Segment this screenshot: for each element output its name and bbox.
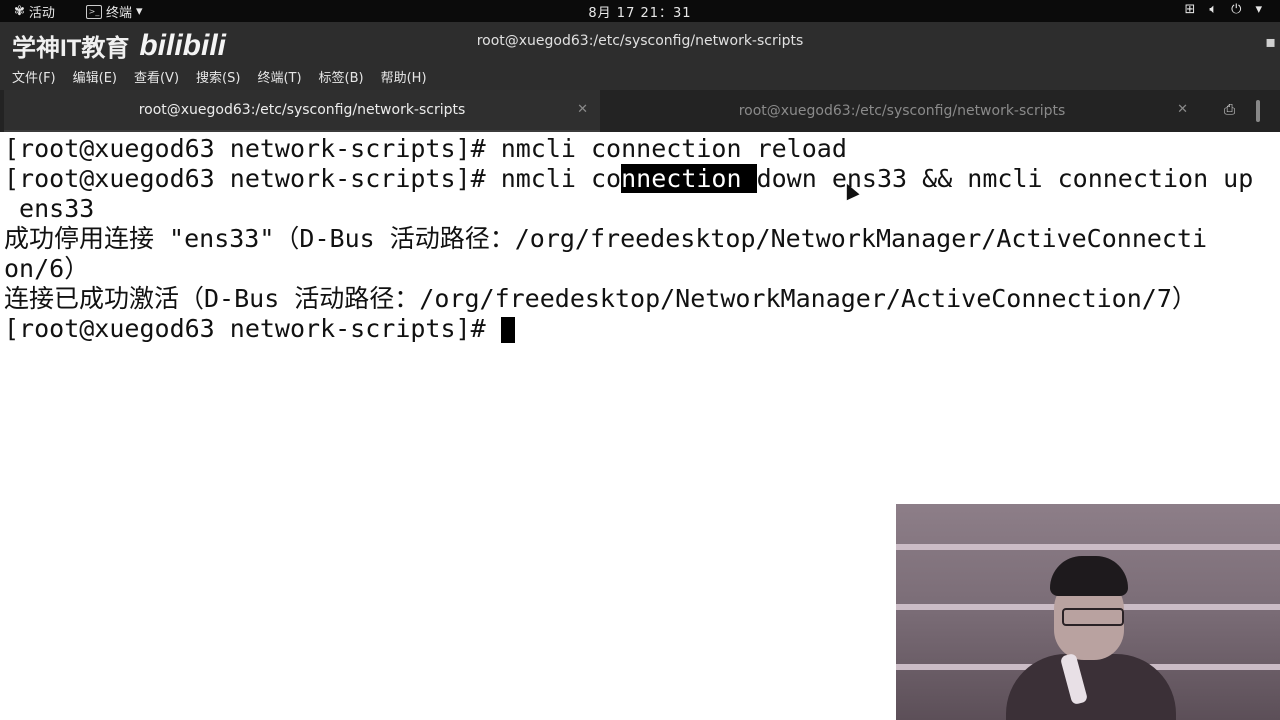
- menu-search[interactable]: 搜索(S): [196, 67, 240, 86]
- close-icon[interactable]: ✕: [577, 102, 588, 117]
- terminal-line: [root@xuegod63 network-scripts]# nmcli c…: [4, 164, 1253, 194]
- webcam-overlay: [896, 504, 1280, 720]
- menu-file[interactable]: 文件(F): [12, 67, 56, 86]
- system-tray[interactable]: ⊞ 🔈︎ ⏻ ▾: [1184, 2, 1262, 17]
- scrollbar[interactable]: [1244, 90, 1280, 132]
- terminal-line: 连接已成功激活（D-Bus 活动路径：/org/freedesktop/Netw…: [4, 284, 1197, 313]
- close-icon[interactable]: ▪: [1265, 32, 1276, 51]
- terminal-line: 成功停用连接 "ens33"（D-Bus 活动路径：/org/freedeskt…: [4, 224, 1208, 253]
- terminal-line: [root@xuegod63 network-scripts]# nmcli c…: [4, 134, 847, 163]
- menu-help[interactable]: 帮助(H): [381, 67, 427, 86]
- tab-label: root@xuegod63:/etc/sysconfig/network-scr…: [738, 103, 1066, 119]
- power-icon: ⏻: [1231, 2, 1242, 17]
- window-title: root@xuegod63:/etc/sysconfig/network-scr…: [476, 33, 804, 49]
- close-icon[interactable]: ✕: [1177, 102, 1188, 117]
- tab-label: root@xuegod63:/etc/sysconfig/network-scr…: [138, 102, 466, 118]
- menu-tabs[interactable]: 标签(B): [319, 67, 364, 86]
- scrollbar-thumb[interactable]: [1256, 100, 1260, 122]
- menu-view[interactable]: 查看(V): [134, 67, 179, 86]
- glasses: [1062, 608, 1124, 626]
- top-bar: ✾ 活动 >_ 终端 ▾ 8月 17 21：31 ⊞ 🔈︎ ⏻ ▾: [0, 0, 1280, 22]
- tab-bar: root@xuegod63:/etc/sysconfig/network-scr…: [0, 90, 1280, 132]
- menu-bar: 文件(F) 编辑(E) 查看(V) 搜索(S) 终端(T) 标签(B) 帮助(H…: [0, 62, 1280, 90]
- volume-icon: 🔈︎: [1209, 2, 1218, 17]
- menu-terminal[interactable]: 终端(T): [257, 67, 301, 86]
- terminal-line: ens33: [4, 194, 95, 223]
- tab-2[interactable]: root@xuegod63:/etc/sysconfig/network-scr…: [604, 90, 1200, 132]
- clock-text: 8月 17 21：31: [588, 6, 692, 21]
- terminal-text: [root@xuegod63 network-scripts]# nmcli c…: [4, 164, 622, 193]
- bookshelf-shelf: [896, 544, 1280, 550]
- terminal-text: down ens33 && nmcli connection up: [756, 164, 1254, 193]
- chevron-down-icon: ▾: [1255, 2, 1262, 17]
- text-cursor: [500, 317, 515, 343]
- tab-1[interactable]: root@xuegod63:/etc/sysconfig/network-scr…: [4, 90, 600, 132]
- tab-menu-icon[interactable]: ⎙: [1224, 102, 1240, 118]
- network-icon: ⊞: [1184, 2, 1196, 17]
- terminal-prompt: [root@xuegod63 network-scripts]#: [4, 314, 501, 343]
- person-hair: [1050, 556, 1128, 596]
- menu-edit[interactable]: 编辑(E): [73, 67, 117, 86]
- window-titlebar[interactable]: 学神IT教育 bilibili root@xuegod63:/etc/sysco…: [0, 22, 1280, 62]
- clock[interactable]: 8月 17 21：31: [0, 2, 1280, 21]
- terminal-prompt-line: [root@xuegod63 network-scripts]#: [4, 314, 515, 344]
- text-selection: nnection: [621, 164, 757, 193]
- terminal-line: on/6）: [4, 254, 90, 283]
